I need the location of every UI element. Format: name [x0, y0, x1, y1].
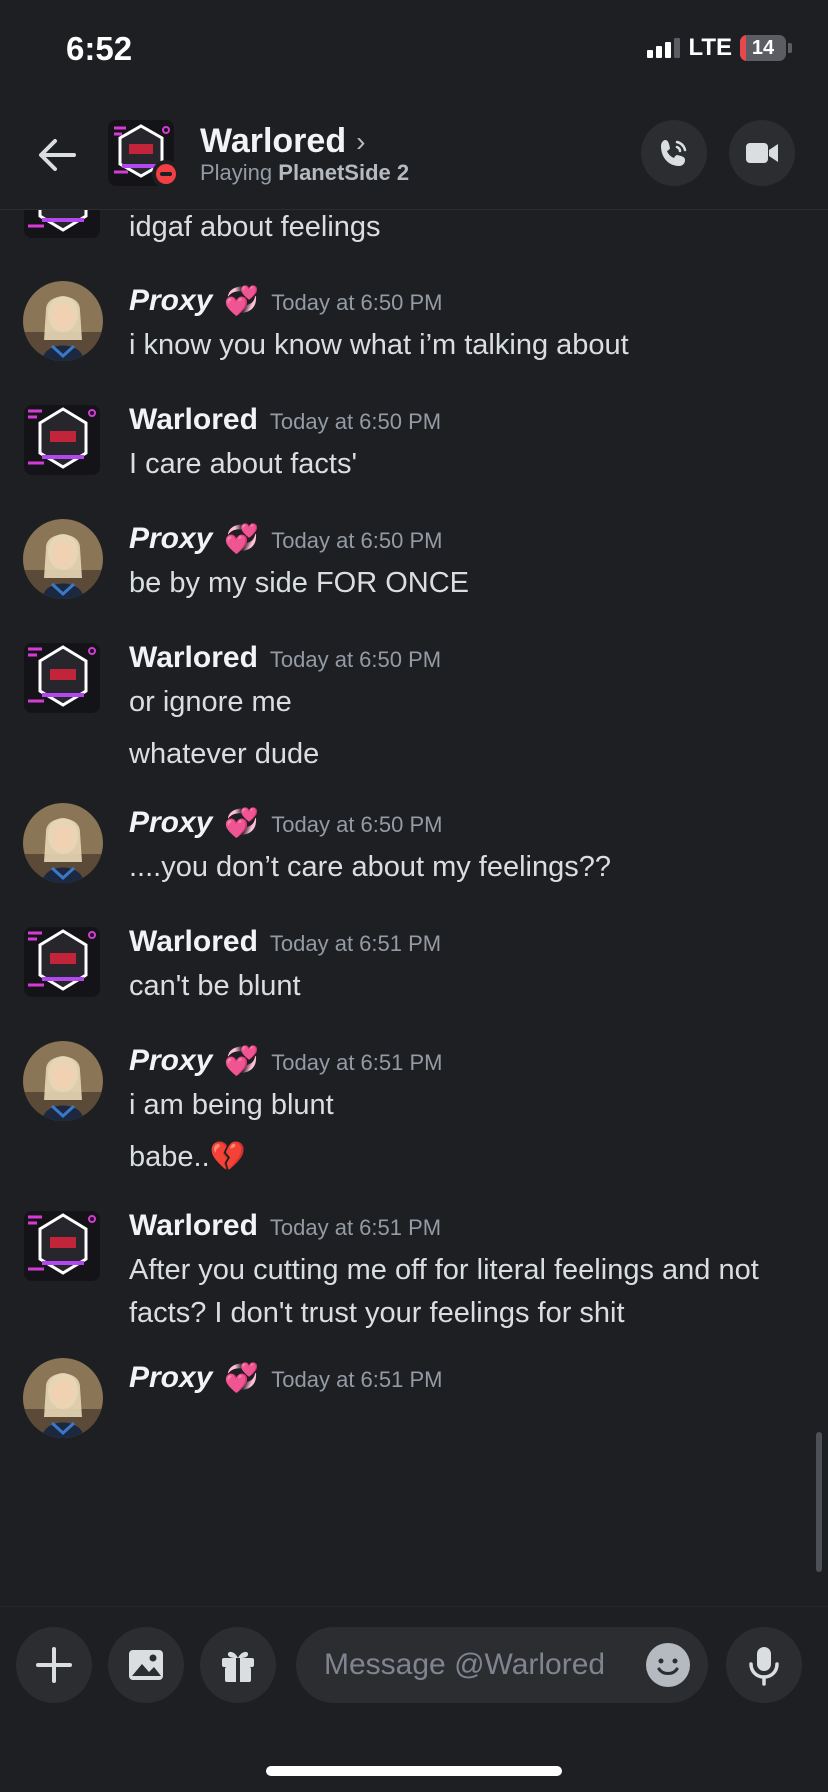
- message-header: Proxy 💞 Today at 6:51 PM: [129, 1044, 442, 1078]
- heart-emoji-icon: 💞: [224, 285, 260, 316]
- message-header: Proxy 💞 Today at 6:50 PM: [129, 806, 442, 840]
- message-content[interactable]: i know you know what i’m talking about: [129, 324, 768, 367]
- message-timestamp: Today at 6:50 PM: [269, 647, 442, 672]
- message-author[interactable]: Proxy: [129, 1044, 212, 1078]
- back-button[interactable]: [32, 130, 82, 180]
- battery-icon: 14: [740, 35, 792, 61]
- message-content[interactable]: ....you don’t care about my feelings??: [129, 846, 768, 889]
- network-type: LTE: [688, 34, 732, 61]
- avatar[interactable]: [22, 210, 104, 244]
- message-header: Proxy 💞 Today at 6:51 PM: [129, 1361, 442, 1395]
- message-author[interactable]: Warlored: [129, 925, 258, 959]
- message-author[interactable]: Warlored: [129, 1209, 258, 1243]
- plus-icon: [36, 1647, 72, 1683]
- dm-recipient-name[interactable]: Warlored ›: [200, 122, 365, 161]
- message-timestamp: Today at 6:51 PM: [269, 931, 442, 956]
- message-timestamp: Today at 6:50 PM: [271, 528, 443, 553]
- dnd-status-icon: [152, 160, 180, 188]
- chevron-right-icon: ›: [356, 125, 366, 157]
- message-input[interactable]: [324, 1627, 624, 1703]
- avatar[interactable]: [22, 518, 104, 600]
- message-header: Warlored Today at 6:50 PM: [129, 641, 441, 675]
- avatar[interactable]: [22, 1357, 104, 1439]
- phone-call-icon: [661, 140, 687, 166]
- message-list[interactable]: Warlored Today at 6:50 PM idgaf about feel…: [0, 210, 828, 1606]
- voice-call-button[interactable]: [641, 120, 707, 186]
- avatar[interactable]: [22, 921, 104, 1003]
- emoji-smile-icon: [648, 1645, 688, 1685]
- message-timestamp: Today at 6:51 PM: [271, 1050, 443, 1075]
- message-content[interactable]: i am being blunt: [129, 1084, 768, 1127]
- status-time: 6:52: [66, 30, 133, 67]
- recipient-name-text: Warlored: [200, 122, 347, 160]
- avatar[interactable]: [22, 1040, 104, 1122]
- message-header: Proxy 💞 Today at 6:50 PM: [129, 522, 442, 556]
- message-author[interactable]: Proxy: [129, 284, 212, 318]
- message-content[interactable]: can't be blunt: [129, 965, 768, 1008]
- status-bar: 6:52 LTE 14: [0, 0, 828, 100]
- message-content[interactable]: or ignore me: [129, 681, 768, 724]
- message-header: Warlored Today at 6:51 PM: [129, 925, 441, 959]
- message-input-container[interactable]: [296, 1627, 708, 1703]
- message-timestamp: Today at 6:51 PM: [271, 1367, 443, 1392]
- avatar[interactable]: [22, 399, 104, 481]
- heart-emoji-icon: 💞: [224, 807, 260, 838]
- avatar[interactable]: [22, 280, 104, 362]
- image-icon: [129, 1650, 163, 1680]
- arrow-left-icon: [39, 139, 76, 171]
- message-timestamp: Today at 6:51 PM: [269, 1215, 442, 1240]
- scrollbar[interactable]: [816, 1432, 822, 1572]
- emoji-button[interactable]: [646, 1643, 690, 1687]
- message-header: Warlored Today at 6:51 PM: [129, 1209, 441, 1243]
- message-content[interactable]: After you cutting me off for literal fee…: [129, 1249, 768, 1335]
- message-timestamp: Today at 6:50 PM: [271, 290, 443, 315]
- message-header: Proxy 💞 Today at 6:50 PM: [129, 284, 442, 318]
- add-attachment-button[interactable]: [16, 1627, 92, 1703]
- activity-game: PlanetSide 2: [278, 160, 410, 185]
- avatar[interactable]: [22, 637, 104, 719]
- message-content[interactable]: be by my side FOR ONCE: [129, 562, 768, 605]
- message-composer: [0, 1606, 828, 1792]
- heart-emoji-icon: 💞: [224, 1045, 260, 1076]
- video-call-button[interactable]: [729, 120, 795, 186]
- avatar[interactable]: [22, 802, 104, 884]
- heart-emoji-icon: 💞: [224, 1362, 260, 1393]
- message-author[interactable]: Proxy: [129, 806, 212, 840]
- cell-signal-icon: [647, 38, 681, 58]
- video-camera-icon: [746, 143, 778, 163]
- battery-level: 14: [751, 37, 775, 59]
- gift-button[interactable]: [200, 1627, 276, 1703]
- message-header: Warlored Today at 6:50 PM: [129, 403, 441, 437]
- message-author[interactable]: Proxy: [129, 522, 212, 556]
- gift-icon: [222, 1651, 254, 1682]
- message-timestamp: Today at 6:50 PM: [271, 812, 443, 837]
- voice-message-button[interactable]: [726, 1627, 802, 1703]
- message-author[interactable]: Warlored: [129, 641, 258, 675]
- message-timestamp: Today at 6:50 PM: [269, 409, 442, 434]
- message-author[interactable]: Warlored: [129, 403, 258, 437]
- message-content[interactable]: whatever dude: [129, 733, 768, 776]
- dm-header: Warlored › Playing PlanetSide 2: [0, 100, 828, 210]
- message-content[interactable]: babe..💔: [129, 1136, 768, 1179]
- message-author[interactable]: Proxy: [129, 1361, 212, 1395]
- home-indicator[interactable]: [266, 1766, 562, 1776]
- avatar[interactable]: [22, 1205, 104, 1287]
- microphone-icon: [749, 1647, 779, 1686]
- status-indicators: LTE 14: [647, 34, 792, 62]
- activity-prefix: Playing: [200, 160, 273, 185]
- heart-emoji-icon: 💞: [224, 523, 260, 554]
- message-content[interactable]: idgaf about feelings: [129, 210, 768, 249]
- activity-status: Playing PlanetSide 2: [200, 160, 409, 186]
- message-content[interactable]: I care about facts': [129, 443, 768, 486]
- image-upload-button[interactable]: [108, 1627, 184, 1703]
